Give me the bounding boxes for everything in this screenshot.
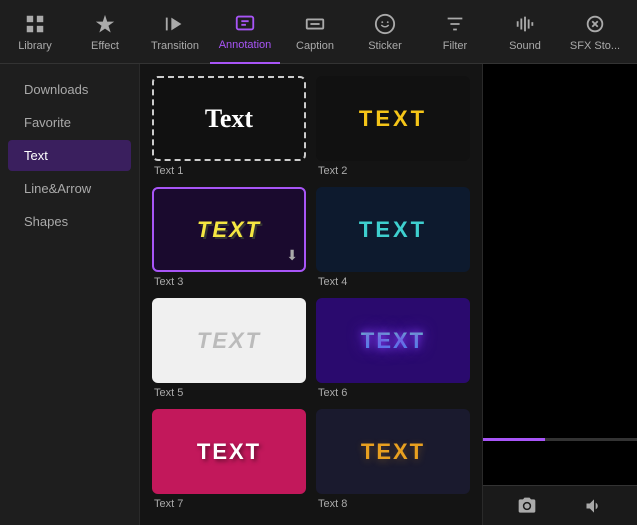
toolbar-label-annotation: Annotation xyxy=(219,39,272,51)
toolbar-item-sfx[interactable]: SFX Sto... xyxy=(560,0,630,64)
text-preview-8[interactable]: TEXT xyxy=(316,409,470,494)
text-preview-6[interactable]: TEXT xyxy=(316,298,470,383)
text-preview-3[interactable]: TEXT ⬇ xyxy=(152,187,306,272)
toolbar-label-sfx: SFX Sto... xyxy=(570,40,620,52)
toolbar-item-transition[interactable]: Transition xyxy=(140,0,210,64)
caption-icon xyxy=(303,12,327,36)
preview-text-2: TEXT xyxy=(359,106,427,132)
toolbar-item-library[interactable]: Library xyxy=(0,0,70,64)
sidebar-item-downloads[interactable]: Downloads xyxy=(8,74,131,105)
toolbar-label-sticker: Sticker xyxy=(368,40,402,52)
sidebar-item-text[interactable]: Text xyxy=(8,140,131,171)
sticker-icon xyxy=(373,12,397,36)
toolbar-label-effect: Effect xyxy=(91,40,119,52)
text-preview-4[interactable]: TEXT xyxy=(316,187,470,272)
preview-text-7: TEXT xyxy=(197,439,261,465)
text-item-label-3: Text 3 xyxy=(152,276,306,288)
camera-button[interactable] xyxy=(517,496,537,516)
transition-icon xyxy=(163,12,187,36)
text-grid-panel: Text Text 1 TEXT Text 2 TEXT ⬇ Text 3 xyxy=(140,64,482,525)
effect-icon xyxy=(93,12,117,36)
toolbar-item-sound[interactable]: Sound xyxy=(490,0,560,64)
download-icon: ⬇ xyxy=(286,247,298,264)
main-area: Downloads Favorite Text Line&Arrow Shape… xyxy=(0,64,637,525)
text-grid: Text Text 1 TEXT Text 2 TEXT ⬇ Text 3 xyxy=(152,76,470,510)
text-item-label-6: Text 6 xyxy=(316,387,470,399)
list-item[interactable]: TEXT Text 4 xyxy=(316,187,470,288)
preview-text-5: TEXT xyxy=(197,328,261,354)
toolbar-label-filter: Filter xyxy=(443,40,467,52)
text-item-label-7: Text 7 xyxy=(152,498,306,510)
toolbar-label-caption: Caption xyxy=(296,40,334,52)
toolbar: Library Effect Transition Annotation Cap… xyxy=(0,0,637,64)
right-panel xyxy=(482,64,637,525)
sound-icon xyxy=(513,12,537,36)
sidebar-item-favorite[interactable]: Favorite xyxy=(8,107,131,138)
preview-text-3: TEXT xyxy=(197,217,261,243)
library-icon xyxy=(23,12,47,36)
preview-text-4: TEXT xyxy=(359,217,427,243)
text-item-label-2: Text 2 xyxy=(316,165,470,177)
preview-text-1: Text xyxy=(205,104,253,134)
list-item[interactable]: TEXT Text 6 xyxy=(316,298,470,399)
text-item-label-1: Text 1 xyxy=(152,165,306,177)
text-item-label-5: Text 5 xyxy=(152,387,306,399)
list-item[interactable]: TEXT Text 5 xyxy=(152,298,306,399)
text-preview-7[interactable]: TEXT xyxy=(152,409,306,494)
sidebar-item-shapes[interactable]: Shapes xyxy=(8,206,131,237)
preview-text-8: TEXT xyxy=(361,439,425,465)
list-item[interactable]: TEXT ⬇ Text 3 xyxy=(152,187,306,288)
list-item[interactable]: TEXT Text 8 xyxy=(316,409,470,510)
toolbar-item-caption[interactable]: Caption xyxy=(280,0,350,64)
toolbar-item-sticker[interactable]: Sticker xyxy=(350,0,420,64)
filter-icon xyxy=(443,12,467,36)
video-preview-area xyxy=(483,64,637,485)
progress-bar-fill xyxy=(483,438,545,441)
progress-bar-container xyxy=(483,438,637,441)
list-item[interactable]: Text Text 1 xyxy=(152,76,306,177)
annotation-icon xyxy=(233,11,257,35)
toolbar-label-library: Library xyxy=(18,40,52,52)
toolbar-item-filter[interactable]: Filter xyxy=(420,0,490,64)
text-preview-2[interactable]: TEXT xyxy=(316,76,470,161)
bottom-controls xyxy=(483,485,637,525)
text-preview-1[interactable]: Text xyxy=(152,76,306,161)
toolbar-label-transition: Transition xyxy=(151,40,199,52)
toolbar-label-sound: Sound xyxy=(509,40,541,52)
text-item-label-4: Text 4 xyxy=(316,276,470,288)
toolbar-item-effect[interactable]: Effect xyxy=(70,0,140,64)
list-item[interactable]: TEXT Text 7 xyxy=(152,409,306,510)
text-preview-5[interactable]: TEXT xyxy=(152,298,306,383)
sidebar-item-linearrow[interactable]: Line&Arrow xyxy=(8,173,131,204)
preview-text-6: TEXT xyxy=(361,328,425,354)
sfx-icon xyxy=(583,12,607,36)
list-item[interactable]: TEXT Text 2 xyxy=(316,76,470,177)
sidebar: Downloads Favorite Text Line&Arrow Shape… xyxy=(0,64,140,525)
toolbar-item-annotation[interactable]: Annotation xyxy=(210,0,280,64)
text-item-label-8: Text 8 xyxy=(316,498,470,510)
volume-button[interactable] xyxy=(584,496,604,516)
